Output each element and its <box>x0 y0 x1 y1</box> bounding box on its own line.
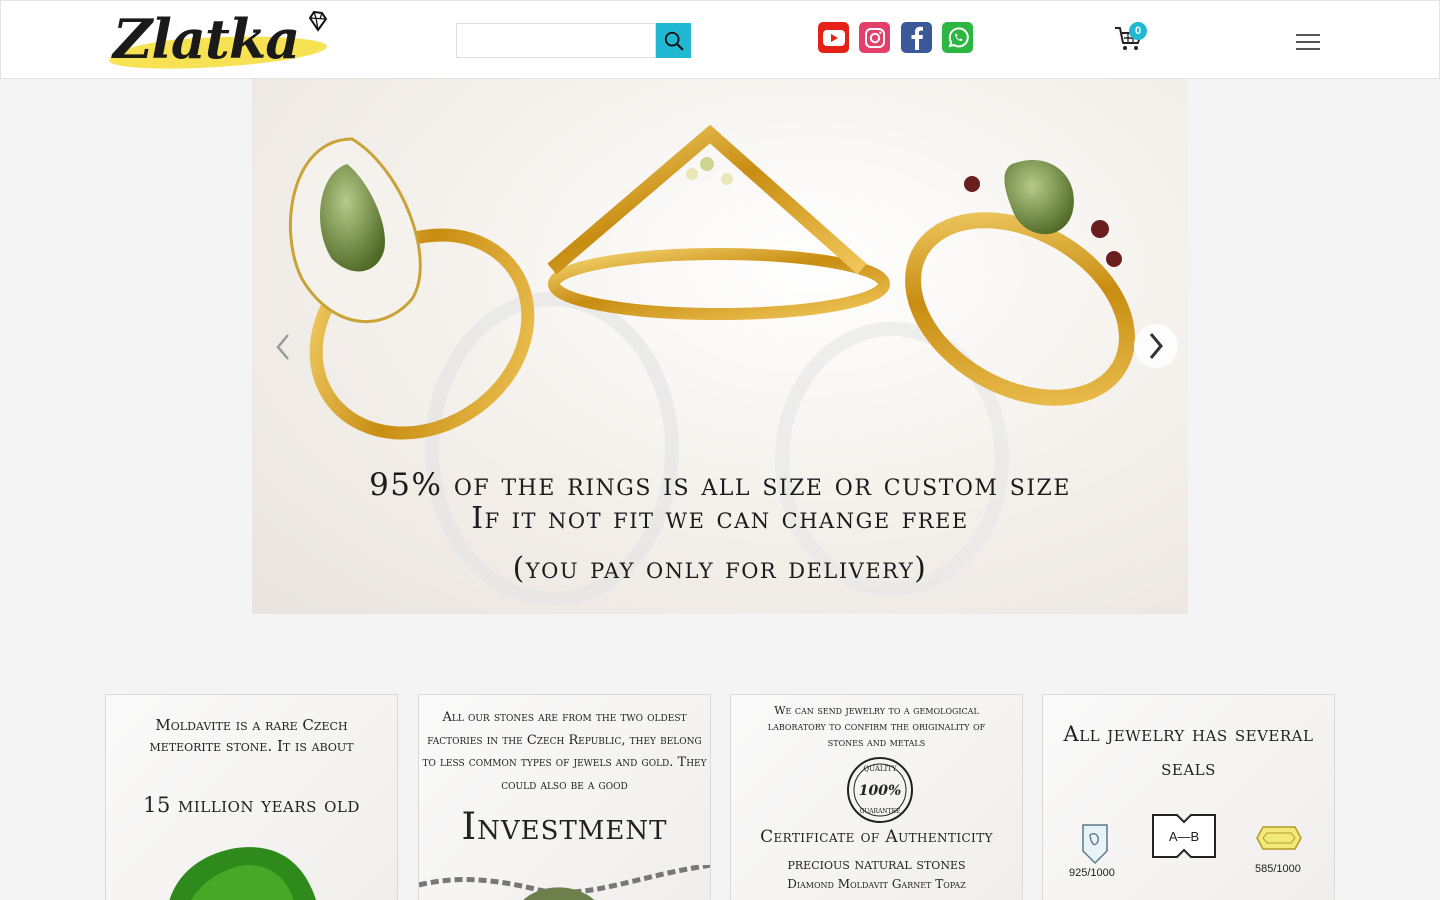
search-button[interactable] <box>656 23 691 58</box>
chevron-left-icon <box>276 334 289 360</box>
card-heading: All jewelry has several seals <box>1063 722 1314 780</box>
gold-seal-icon <box>1256 826 1302 850</box>
slide-subtitle: If it not fit we can change free <box>471 501 969 536</box>
badge-bottom-text: GUARANTEE <box>860 808 901 815</box>
whatsapp-icon <box>948 26 969 47</box>
instagram-link[interactable] <box>859 22 890 53</box>
diamond-icon <box>308 10 328 32</box>
silver-seal-icon <box>1082 824 1108 865</box>
card-heading: Certificate of Authenticity <box>760 827 993 847</box>
moldavite-stone-image <box>169 847 316 900</box>
menu-bar <box>1296 41 1320 43</box>
youtube-icon <box>822 29 845 46</box>
feature-card-certificate[interactable]: We can send jewelry to a gemological lab… <box>730 694 1023 900</box>
menu-toggle-button[interactable] <box>1296 34 1320 50</box>
card-heading: 15 million years old <box>143 793 360 817</box>
slide-headline: 95% of the rings is all size or custom s… <box>369 467 1071 503</box>
instagram-icon <box>864 27 885 48</box>
slider-next-button[interactable] <box>1134 324 1178 368</box>
slide-subtitle: (you pay only for delivery) <box>512 551 928 586</box>
silver-seal-label: 925/1000 <box>1069 867 1115 879</box>
assay-mark-text: A—B <box>1169 829 1199 844</box>
card-text: Diamond Moldavit Garnet Topaz <box>787 877 966 891</box>
feature-card-moldavite[interactable]: Moldavite is a rare Czech meteorite ston… <box>105 694 398 900</box>
site-header: Zlatka 0 <box>0 0 1440 79</box>
whatsapp-link[interactable] <box>942 22 973 53</box>
badge-percent: 100% <box>859 783 902 799</box>
card-text: We can send jewelry to a gemological lab… <box>767 704 986 749</box>
necklace-image <box>419 865 710 900</box>
search-icon <box>664 31 683 50</box>
hero-slider: 95% of the rings is all size or custom s… <box>252 79 1188 614</box>
feature-card-investment[interactable]: All our stones are from the two oldest f… <box>418 694 711 900</box>
assay-mark-icon: A—B <box>1152 814 1216 858</box>
facebook-link[interactable] <box>901 22 932 53</box>
cart-count-badge: 0 <box>1129 22 1147 40</box>
card-text: precious natural stones <box>787 855 966 873</box>
card-heading: Investment <box>461 805 668 848</box>
gold-seal-label: 585/1000 <box>1255 863 1301 875</box>
card-text: Moldavite is a rare Czech meteorite ston… <box>149 716 354 755</box>
slider-prev-button[interactable] <box>268 330 298 364</box>
search-input[interactable] <box>456 23 656 58</box>
chevron-right-icon <box>1149 333 1163 359</box>
menu-bar <box>1296 34 1320 36</box>
badge-top-text: QUALITY <box>863 765 897 773</box>
youtube-link[interactable] <box>818 22 849 53</box>
quality-guarantee-badge: QUALITY 100% GUARANTEE <box>847 757 913 823</box>
card-text: All our stones are from the two oldest f… <box>422 710 707 793</box>
facebook-icon <box>911 26 923 50</box>
logo[interactable]: Zlatka <box>108 7 331 73</box>
menu-bar <box>1296 48 1320 50</box>
logo-text: Zlatka <box>113 7 300 71</box>
feature-card-seals[interactable]: All jewelry has several seals 925/1000 A… <box>1042 694 1335 900</box>
